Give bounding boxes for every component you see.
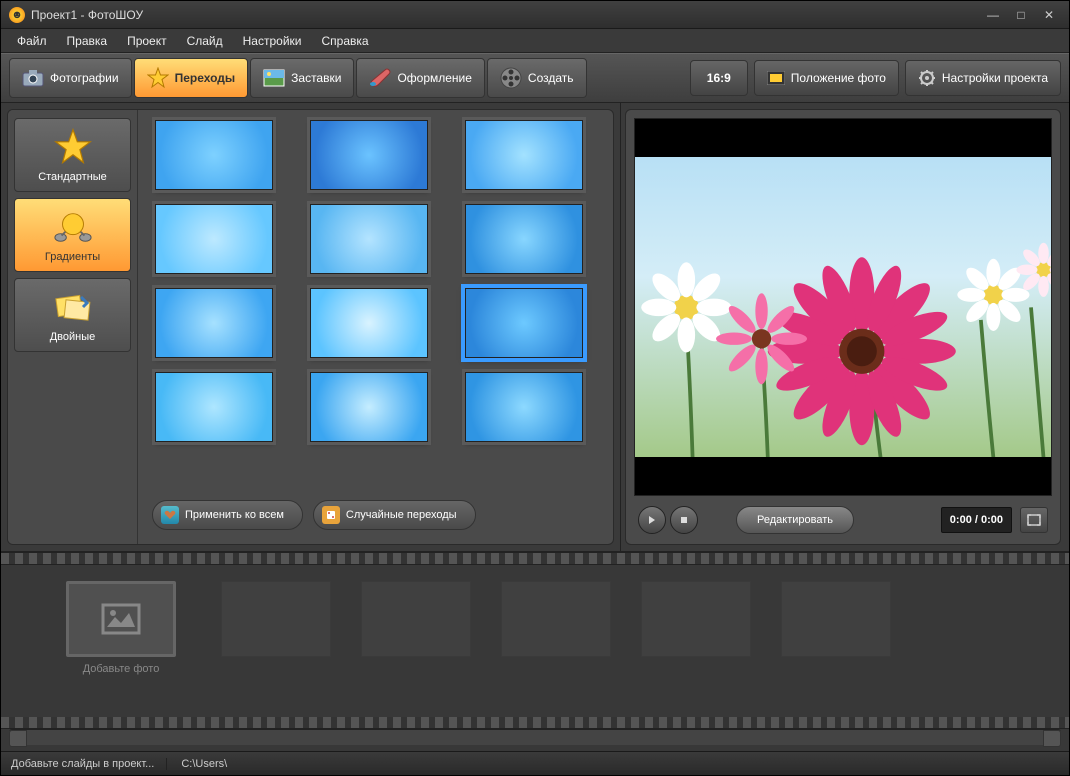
image-placeholder-icon [101, 603, 141, 635]
add-slide-icon-box [66, 581, 176, 657]
tab-photos[interactable]: Фотографии [9, 58, 132, 98]
preview-panel: Редактировать 0:00 / 0:00 [625, 109, 1061, 545]
add-photo-label: Добавьте фото [83, 663, 160, 675]
timeline-scrollbar[interactable] [9, 729, 1061, 745]
slide-placeholder[interactable] [221, 581, 331, 657]
slides-row[interactable]: Добавьте фото [1, 565, 1069, 717]
app-icon: ☻ [9, 7, 25, 23]
thumbnail-grad-03[interactable] [465, 120, 583, 190]
timeline: Добавьте фото [1, 551, 1069, 751]
minimize-button[interactable]: — [981, 6, 1005, 24]
menu-item-настройки[interactable]: Настройки [233, 31, 312, 51]
add-slide-placeholder[interactable]: Добавьте фото [51, 581, 191, 675]
stop-button[interactable] [670, 506, 698, 534]
tab-transitions[interactable]: Переходы [134, 58, 249, 98]
apply-all-label: Применить ко всем [185, 509, 284, 521]
edit-label: Редактировать [757, 514, 833, 526]
tab-design[interactable]: Оформление [356, 58, 484, 98]
content-area: СтандартныеГрадиентыДвойные Применить ко… [1, 103, 1069, 551]
maximize-button[interactable]: □ [1009, 6, 1033, 24]
slide-placeholder[interactable] [501, 581, 611, 657]
star-icon [147, 67, 169, 89]
fullscreen-button[interactable] [1020, 507, 1048, 533]
statusbar: Добавьте слайды в проект... C:\Users\ [1, 751, 1069, 775]
aspect-ratio-button[interactable]: 16:9 [690, 60, 748, 96]
play-button[interactable] [638, 506, 666, 534]
random-transitions-label: Случайные переходы [346, 509, 457, 521]
thumbnail-grad-09[interactable] [465, 288, 583, 358]
gradient-icon [53, 207, 93, 247]
window-title: Проект1 - ФотоШОУ [31, 8, 143, 22]
thumbnail-grad-08[interactable] [310, 288, 428, 358]
grid-area: Применить ко всем Случайные переходы [138, 110, 613, 544]
grid-actions: Применить ко всем Случайные переходы [138, 492, 613, 544]
menubar: ФайлПравкаПроектСлайдНастройкиСправка [1, 29, 1069, 53]
camera-icon [22, 67, 44, 89]
reel-icon [500, 67, 522, 89]
menu-item-слайд[interactable]: Слайд [177, 31, 233, 51]
toolbar: ФотографииПереходыЗаставкиОформлениеСозд… [1, 53, 1069, 103]
project-settings-button[interactable]: Настройки проекта [905, 60, 1061, 96]
thumbnail-grad-12[interactable] [465, 372, 583, 442]
category-standard[interactable]: Стандартные [14, 118, 131, 192]
category-double[interactable]: Двойные [14, 278, 131, 352]
slide-placeholder[interactable] [361, 581, 471, 657]
preview-controls: Редактировать 0:00 / 0:00 [634, 496, 1052, 536]
thumbnail-grid[interactable] [138, 110, 613, 492]
photo-position-label: Положение фото [791, 71, 886, 85]
heart-icon [161, 506, 179, 524]
position-icon [767, 69, 785, 87]
menu-item-проект[interactable]: Проект [117, 31, 177, 51]
thumbnail-grad-05[interactable] [310, 204, 428, 274]
left-panel: СтандартныеГрадиентыДвойные Применить ко… [1, 103, 621, 551]
film-strip-bottom [1, 717, 1069, 729]
tab-create[interactable]: Создать [487, 58, 587, 98]
transitions-browser: СтандартныеГрадиентыДвойные Применить ко… [7, 109, 614, 545]
project-settings-label: Настройки проекта [942, 71, 1048, 85]
close-button[interactable]: ✕ [1037, 6, 1061, 24]
star-icon [53, 127, 93, 167]
time-display: 0:00 / 0:00 [941, 507, 1012, 533]
slide-placeholder[interactable] [641, 581, 751, 657]
thumbnail-grad-04[interactable] [155, 204, 273, 274]
category-list: СтандартныеГрадиентыДвойные [8, 110, 138, 544]
apply-all-button[interactable]: Применить ко всем [152, 500, 303, 530]
status-path: C:\Users\ [181, 758, 227, 770]
photo-position-button[interactable]: Положение фото [754, 60, 899, 96]
random-transitions-button[interactable]: Случайные переходы [313, 500, 476, 530]
slide-placeholder[interactable] [781, 581, 891, 657]
thumbnail-grad-06[interactable] [465, 204, 583, 274]
thumbnail-grad-10[interactable] [155, 372, 273, 442]
titlebar: ☻ Проект1 - ФотоШОУ — □ ✕ [1, 1, 1069, 29]
film-strip-top [1, 553, 1069, 565]
thumbnail-grad-11[interactable] [310, 372, 428, 442]
gear-icon [918, 69, 936, 87]
brush-icon [369, 67, 391, 89]
category-gradients[interactable]: Градиенты [14, 198, 131, 272]
status-hint: Добавьте слайды в проект... [11, 758, 167, 770]
preview-image [635, 157, 1051, 458]
thumbnail-grad-07[interactable] [155, 288, 273, 358]
app-window: ☻ Проект1 - ФотоШОУ — □ ✕ ФайлПравкаПрое… [0, 0, 1070, 776]
menu-item-правка[interactable]: Правка [57, 31, 118, 51]
right-panel: Редактировать 0:00 / 0:00 [621, 103, 1069, 551]
menu-item-справка[interactable]: Справка [311, 31, 378, 51]
image-icon [263, 67, 285, 89]
menu-item-файл[interactable]: Файл [7, 31, 57, 51]
thumbnail-grad-02[interactable] [310, 120, 428, 190]
aspect-ratio-label: 16:9 [707, 71, 731, 85]
shuffle-icon [322, 506, 340, 524]
preview-canvas [634, 118, 1052, 496]
edit-button[interactable]: Редактировать [736, 506, 854, 534]
double-icon [53, 287, 93, 327]
thumbnail-grad-01[interactable] [155, 120, 273, 190]
tab-splash[interactable]: Заставки [250, 58, 354, 98]
